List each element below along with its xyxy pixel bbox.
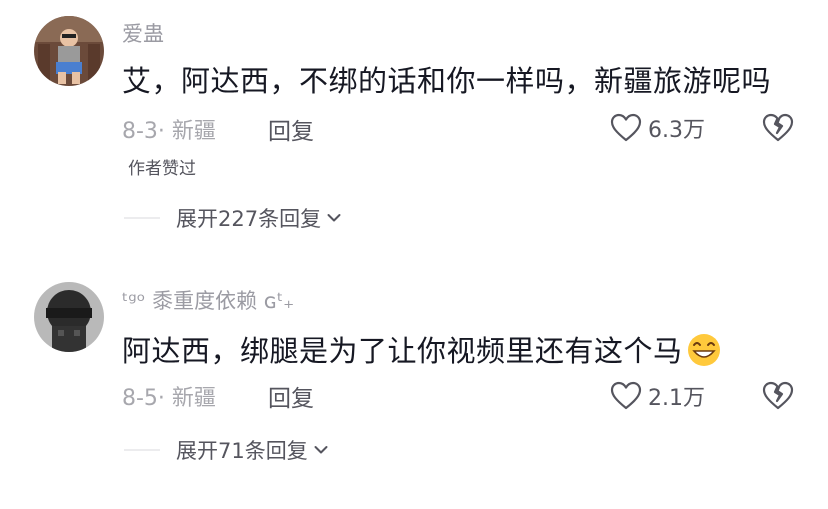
comment-text: 艾，阿达西，不绑的话和你一样吗，新疆旅游呢吗 (122, 64, 772, 98)
comment-text-content: 阿达西，绑腿是为了让你视频里还有这个马 (122, 334, 683, 368)
like-button[interactable]: 2.1万 (610, 378, 705, 414)
expand-replies-label: 展开227条回复 (176, 207, 322, 231)
divider (124, 217, 160, 219)
avatar[interactable] (34, 16, 104, 86)
chevron-down-icon (314, 446, 328, 454)
expand-replies-label: 展开71条回复 (176, 439, 308, 463)
heart-outline-icon (610, 381, 642, 410)
username[interactable]: 爱蛊 (122, 18, 164, 48)
comment-text: 阿达西，绑腿是为了让你视频里还有这个马 (122, 328, 721, 370)
expand-replies-button[interactable]: 展开71条回复 (176, 435, 328, 465)
divider (124, 449, 160, 451)
avatar[interactable] (34, 282, 104, 352)
comment-item: 爱蛊 艾，阿达西，不绑的话和你一样吗，新疆旅游呢吗 8-3· 新疆 回复 6.3… (0, 0, 828, 260)
reply-button[interactable]: 回复 (268, 112, 314, 146)
broken-heart-icon[interactable] (762, 379, 794, 411)
chevron-down-icon (327, 214, 341, 222)
comment-meta: 8-5· 新疆 (122, 386, 216, 411)
broken-heart-icon[interactable] (762, 111, 794, 143)
like-count: 6.3万 (648, 118, 705, 143)
like-count: 2.1万 (648, 386, 705, 411)
expand-replies-button[interactable]: 展开227条回复 (176, 203, 341, 233)
reply-button[interactable]: 回复 (268, 379, 314, 413)
heart-outline-icon (610, 113, 642, 142)
grinning-face-emoji (687, 333, 721, 367)
comment-meta: 8-3· 新疆 (122, 119, 216, 144)
comment-item: ᵗᵍᵒ 黍重度依赖 ɢᵗ₊ 阿达西，绑腿是为了让你视频里还有这个马 8-5· 新… (0, 268, 828, 509)
author-liked-badge: 作者赞过 (128, 159, 196, 179)
like-button[interactable]: 6.3万 (610, 110, 705, 146)
username[interactable]: ᵗᵍᵒ 黍重度依赖 ɢᵗ₊ (122, 285, 294, 315)
